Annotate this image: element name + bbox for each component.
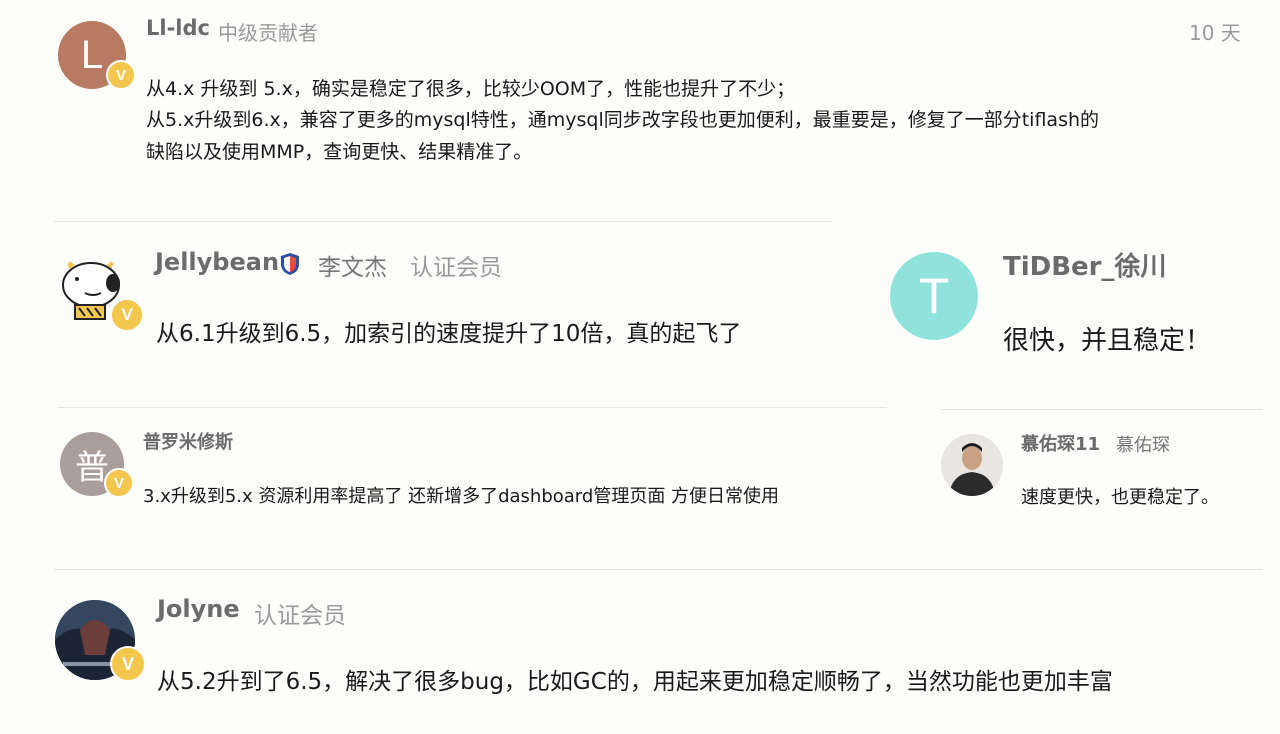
person-photo-icon — [941, 434, 1003, 496]
avatar-letter: T — [918, 268, 950, 324]
comment-text: 从4.x 升级到 5.x，确实是稳定了很多，比较少OOM了，性能也提升了不少； — [146, 78, 796, 100]
avatar-letter: L — [80, 32, 104, 77]
username[interactable]: Jellybean — [155, 248, 279, 276]
comment-text: 从6.1升级到6.5，加索引的速度提升了10倍，真的起飞了 — [156, 321, 742, 347]
user-role: 认证会员 — [410, 255, 502, 281]
real-name: 慕佑琛 — [1116, 435, 1170, 456]
verified-badge-icon: V — [104, 468, 134, 498]
username[interactable]: Ll-ldc — [146, 16, 210, 40]
avatar[interactable] — [941, 434, 1003, 496]
comment-text: 从5.x升级到6.x，兼容了更多的mysql特性，通mysql同步改字段也更加便… — [146, 109, 1100, 131]
user-role: 认证会员 — [254, 603, 346, 629]
username[interactable]: Jolyne — [157, 595, 240, 623]
divider — [54, 569, 1262, 570]
comment-text: 缺陷以及使用MMP，查询更快、结果精准了。 — [146, 141, 533, 163]
username[interactable]: TiDBer_徐川 — [1003, 246, 1167, 283]
verified-badge-icon: V — [110, 298, 144, 332]
username[interactable]: 普罗米修斯 — [143, 428, 233, 454]
divider — [940, 409, 1262, 410]
user-role: 中级贡献者 — [218, 21, 318, 45]
comment-text: 3.x升级到5.x 资源利用率提高了 还新增多了dashboard管理页面 方便… — [143, 486, 780, 507]
timestamp: 10 天 — [1189, 21, 1241, 45]
verified-badge-icon: V — [110, 646, 146, 682]
real-name: 李文杰 — [318, 255, 387, 281]
comment-text: 从5.2升到了6.5，解决了很多bug，比如GC的，用起来更加稳定顺畅了，当然功… — [157, 669, 1113, 695]
verified-badge-icon: V — [106, 60, 136, 90]
comment-text: 速度更快，也更稳定了。 — [1021, 487, 1219, 508]
username[interactable]: 慕佑琛11 — [1021, 430, 1100, 456]
avatar[interactable]: T — [890, 252, 978, 340]
comment-text: 很快，并且稳定！ — [1003, 326, 1212, 356]
shield-icon — [281, 253, 299, 275]
divider — [58, 407, 887, 408]
divider — [54, 221, 833, 222]
